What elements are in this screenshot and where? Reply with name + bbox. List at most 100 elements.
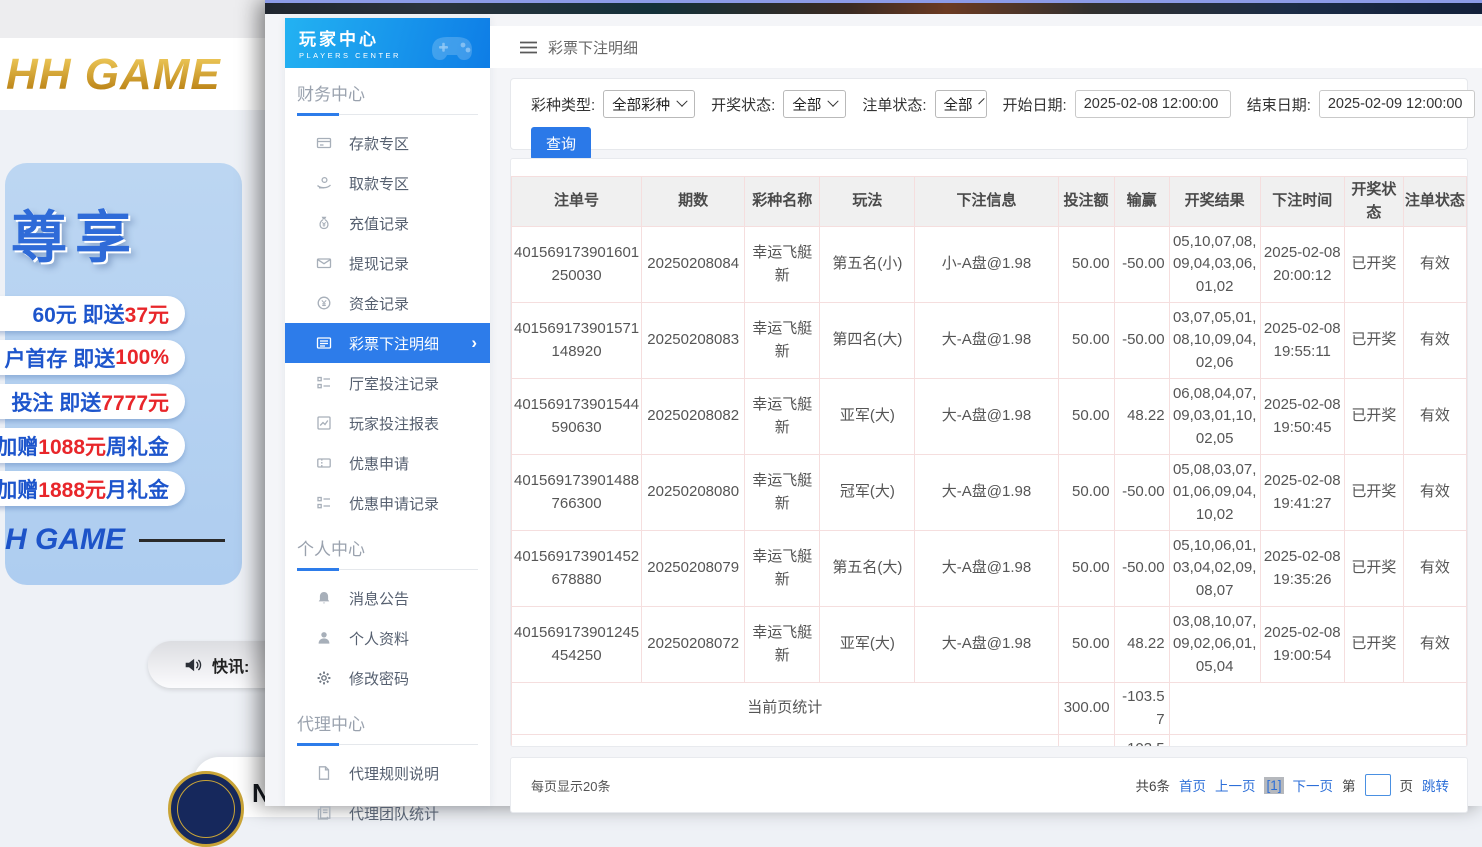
sidebar-item-announcements[interactable]: 消息公告 — [285, 578, 490, 618]
hamburger-menu-icon[interactable] — [520, 41, 537, 54]
sidebar-item-profile[interactable]: 个人资料 — [285, 618, 490, 658]
sidebar-item-agent-rules[interactable]: 代理规则说明 — [285, 753, 490, 793]
promo-banner[interactable]: 尊享 60元 即送37元 户首存 即送100% 投注 即送7777元 天加赠10… — [5, 163, 242, 585]
summary-empty-cell — [1169, 735, 1466, 748]
col-bet-info: 下注信息 — [915, 177, 1058, 227]
total-summary-profit: -103.57 — [1114, 735, 1169, 748]
sidebar-item-agent-team-stats[interactable]: 代理团队统计 — [285, 793, 490, 833]
bet-list-icon — [316, 335, 332, 351]
first-page-link[interactable]: 首页 — [1179, 775, 1206, 795]
sidebar-item-deposit-zone[interactable]: 存款专区 — [285, 123, 490, 163]
sidebar-item-withdrawal-record[interactable]: 提现记录 — [285, 243, 490, 283]
sidebar-item-label: 存款专区 — [349, 133, 409, 154]
table-row: 401569173901544590630 20250208082 幸运飞艇新 … — [512, 379, 1467, 455]
prev-page-link[interactable]: 上一页 — [1215, 775, 1256, 795]
player-center-panel: 玩家中心 PLAYERS CENTER 财务中心 存款专区 — [265, 0, 1482, 806]
sidebar-item-player-bet-report[interactable]: 玩家投注报表 — [285, 403, 490, 443]
next-page-link[interactable]: 下一页 — [1293, 775, 1334, 795]
total-summary-row: 总统计 300.00 -103.57 — [512, 735, 1467, 748]
document-icon — [316, 765, 332, 781]
end-date-label: 结束日期: — [1247, 94, 1311, 115]
brand-badge — [168, 771, 244, 847]
query-button[interactable]: 查询 — [531, 127, 591, 160]
page-summary-profit: -103.57 — [1114, 683, 1169, 735]
table-row: 401569173901452678880 20250208079 幸运飞艇新 … — [512, 531, 1467, 607]
wallet-icon — [316, 255, 332, 271]
sidebar-item-label: 消息公告 — [349, 588, 409, 609]
table-row: 401569173901245454250 20250208072 幸运飞艇新 … — [512, 607, 1467, 683]
sidebar-item-funds-record[interactable]: 资金记录 — [285, 283, 490, 323]
sidebar-item-recharge-record[interactable]: 充值记录 — [285, 203, 490, 243]
banner-brand: H GAME — [5, 523, 225, 557]
sidebar-item-label: 充值记录 — [349, 213, 409, 234]
col-amount: 投注额 — [1058, 177, 1114, 227]
col-order-status: 注单状态 — [1403, 177, 1466, 227]
page-summary-row: 当前页统计 300.00 -103.57 — [512, 683, 1467, 735]
select-arrow-icon — [677, 96, 688, 107]
content-header-bar: 彩票下注明细 — [490, 26, 1482, 68]
lottery-type-label: 彩种类型: — [531, 94, 595, 115]
promo-pill-3: 投注 即送7777元 — [0, 384, 185, 419]
select-arrow-icon — [828, 96, 839, 107]
col-draw-status: 开奖状态 — [1344, 177, 1403, 227]
draw-status-select[interactable]: 全部 — [783, 90, 846, 118]
current-page-indicator: [1] — [1264, 777, 1283, 794]
top-dark-strip — [265, 3, 1482, 14]
person-icon — [316, 630, 332, 646]
page-root: HH GAME 尊享 60元 即送37元 户首存 即送100% 投注 即送777… — [0, 0, 1482, 806]
sidebar-item-promo-record[interactable]: 优惠申请记录 — [285, 483, 490, 523]
jump-suffix-text: 页 — [1400, 775, 1414, 795]
promo-pill-1: 60元 即送37元 — [0, 296, 185, 331]
table-row: 401569173901488766300 20250208080 幸运飞艇新 … — [512, 455, 1467, 531]
site-logo[interactable]: HH GAME — [6, 50, 221, 100]
col-profit: 输赢 — [1114, 177, 1169, 227]
sidebar-item-label: 优惠申请记录 — [349, 493, 439, 514]
col-result: 开奖结果 — [1169, 177, 1260, 227]
col-lottery: 彩种名称 — [745, 177, 820, 227]
page-jump-input[interactable] — [1365, 774, 1391, 796]
sidebar-item-change-password[interactable]: 修改密码 — [285, 658, 490, 698]
sidebar-item-label: 代理规则说明 — [349, 763, 439, 784]
total-count-text: 共6条 — [1135, 775, 1170, 795]
jump-button[interactable]: 跳转 — [1422, 775, 1449, 795]
page-title: 彩票下注明细 — [548, 37, 638, 58]
brand-dash — [139, 539, 225, 542]
total-summary-label: 总统计 — [512, 735, 1059, 748]
end-date-input[interactable] — [1319, 90, 1475, 118]
sidebar-item-label: 资金记录 — [349, 293, 409, 314]
page-summary-label: 当前页统计 — [512, 683, 1059, 735]
table-row: 401569173901571148920 20250208083 幸运飞艇新 … — [512, 303, 1467, 379]
pages-icon — [316, 805, 332, 821]
sidebar-item-bet-details[interactable]: 彩票下注明细 › — [285, 323, 490, 363]
coin-icon — [316, 295, 332, 311]
section-title-finance: 财务中心 — [297, 80, 478, 115]
page-size-text: 每页显示20条 — [531, 776, 610, 795]
start-date-input[interactable] — [1075, 90, 1231, 118]
sidebar: 玩家中心 PLAYERS CENTER 财务中心 存款专区 — [285, 18, 490, 806]
bell-icon — [316, 590, 332, 606]
promo-pill-2: 户首存 即送100% — [0, 340, 185, 375]
bet-table: 注单号 期数 彩种名称 玩法 下注信息 投注额 输赢 开奖结果 下注时间 开奖状… — [511, 176, 1467, 747]
speaker-icon — [184, 656, 202, 674]
sidebar-item-promo-apply[interactable]: 优惠申请 — [285, 443, 490, 483]
col-play: 玩法 — [820, 177, 915, 227]
section-title-personal: 个人中心 — [297, 535, 478, 570]
select-arrow-icon — [978, 98, 984, 104]
order-status-select[interactable]: 全部 — [935, 90, 987, 118]
promo-pill-4: 天加赠1088元周礼金 — [0, 428, 185, 463]
money-bag-icon — [316, 215, 332, 231]
sidebar-item-withdraw-zone[interactable]: 取款专区 — [285, 163, 490, 203]
hand-coin-icon — [316, 175, 332, 191]
draw-status-label: 开奖状态: — [711, 94, 775, 115]
brand-badge-ring — [177, 780, 235, 838]
pager-controls: 共6条 首页 上一页 [1] 下一页 第 页 跳转 — [1135, 774, 1449, 796]
lottery-type-select[interactable]: 全部彩种 — [603, 90, 695, 118]
promo-banner-title: 尊享 — [11, 193, 139, 274]
sidebar-item-label: 个人资料 — [349, 628, 409, 649]
col-period: 期数 — [642, 177, 745, 227]
ticket-icon — [316, 455, 332, 471]
gamepad-icon — [420, 22, 482, 64]
col-order-no: 注单号 — [512, 177, 642, 227]
list-detail-icon — [316, 495, 332, 511]
sidebar-item-room-bet-record[interactable]: 厅室投注记录 — [285, 363, 490, 403]
